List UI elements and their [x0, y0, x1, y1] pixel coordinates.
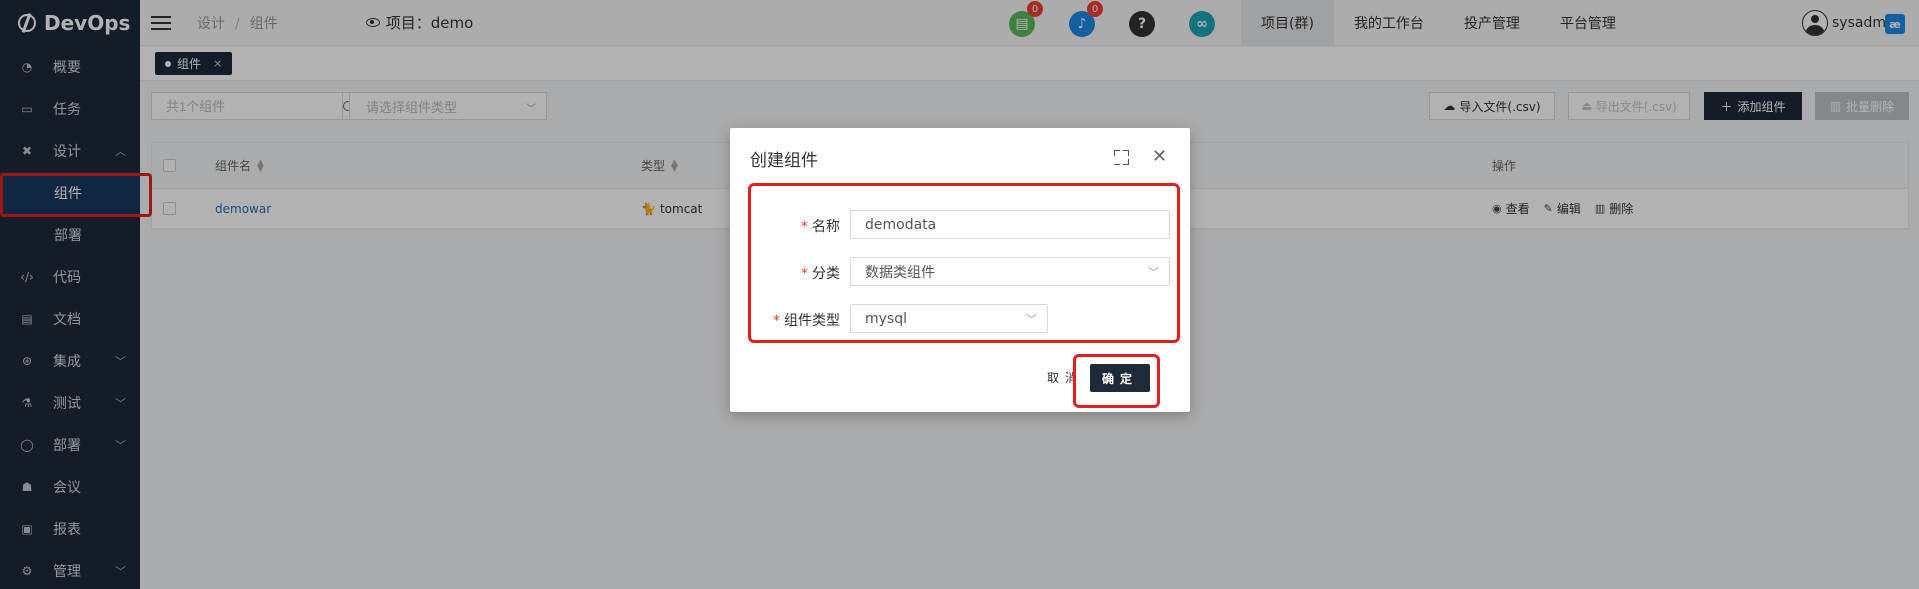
component-type-select[interactable]: mysql ﹀ [850, 304, 1048, 333]
form-row-name: * 名称 demodata [730, 210, 1190, 240]
create-component-modal: 创建组件 ✕ * 名称 demodata * 分类 数据类组件 ﹀ * 组件类型 mys… [730, 128, 1190, 412]
field-label: * 分类 [801, 266, 840, 282]
chevron-down-icon: ﹀ [1148, 266, 1159, 279]
form-row-component-type: * 组件类型 mysql ﹀ [730, 304, 1190, 334]
category-select[interactable]: 数据类组件 ﹀ [850, 257, 1170, 286]
cancel-button[interactable]: 取消 [1047, 369, 1083, 386]
expand-icon[interactable] [1114, 150, 1127, 163]
confirm-button[interactable]: 确定 [1090, 364, 1150, 392]
chevron-down-icon: ﹀ [1026, 313, 1037, 326]
name-input[interactable]: demodata [850, 210, 1170, 239]
field-label: * 组件类型 [773, 313, 840, 329]
close-icon[interactable]: ✕ [1152, 146, 1167, 167]
field-label: * 名称 [801, 219, 840, 235]
modal-title: 创建组件 [750, 151, 818, 171]
form-row-category: * 分类 数据类组件 ﹀ [730, 257, 1190, 287]
